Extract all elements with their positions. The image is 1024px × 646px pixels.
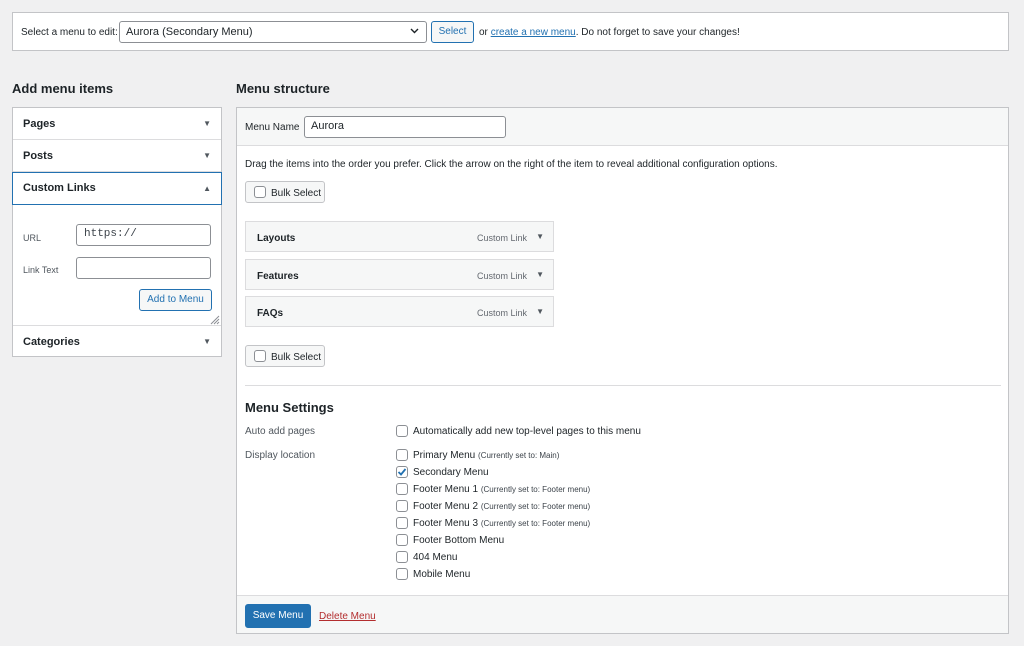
url-label: URL [23,233,42,243]
caret-down-icon[interactable]: ▼ [536,270,544,279]
menu-select-dropdown[interactable]: Aurora (Secondary Menu) [119,21,427,43]
chevron-down-icon [409,25,420,39]
add-to-menu-button[interactable]: Add to Menu [139,289,212,311]
menu-name-label: Menu Name [245,122,300,133]
menu-item-features[interactable]: Features Custom Link ▼ [245,259,554,290]
display-location-label: Display location [245,450,316,461]
caret-down-icon: ▼ [203,337,211,346]
menu-select-value: Aurora (Secondary Menu) [126,26,253,38]
settings-divider [245,385,1001,386]
save-menu-button[interactable]: Save Menu [245,604,311,628]
bulk-select-label: Bulk Select [271,352,322,363]
location-sub: (Currently set to: Footer menu) [480,485,591,494]
menu-item-faqs[interactable]: FAQs Custom Link ▼ [245,296,554,327]
accordion-posts[interactable]: Posts ▼ [13,140,221,172]
accordion-custom-links-label: Custom Links [23,182,96,194]
menu-item-layouts[interactable]: Layouts Custom Link ▼ [245,221,554,252]
accordion-categories[interactable]: Categories ▼ [13,325,221,357]
location-checkbox-checked[interactable] [396,466,408,478]
accordion-categories-label: Categories [23,336,80,348]
bulk-select-label: Bulk Select [271,188,322,199]
note-prefix: or [479,27,488,38]
accordion-pages[interactable]: Pages ▼ [13,108,221,140]
url-input[interactable]: https:// [76,224,211,246]
menu-select-bar: Select a menu to edit: Aurora (Secondary… [12,12,1009,51]
menu-instructions: Drag the items into the order you prefer… [245,159,778,170]
delete-menu-link[interactable]: Delete Menu [319,611,376,622]
location-sub: (Currently set to: Main) [478,451,560,460]
auto-add-checkbox[interactable] [396,425,408,437]
menu-item-type: Custom Link [476,233,527,243]
auto-add-option-label: Automatically add new top-level pages to… [413,426,641,437]
caret-down-icon[interactable]: ▼ [536,307,544,316]
caret-down-icon: ▼ [203,151,211,160]
add-menu-items-heading: Add menu items [12,81,114,96]
accordion-pages-label: Pages [23,118,56,130]
location-sub: (Currently set to: Footer menu) [480,519,591,528]
caret-down-icon: ▼ [203,119,211,128]
menu-name-bar: Menu Name Aurora [237,108,1008,146]
menu-footer-bar: Save Menu Delete Menu [237,595,1008,633]
location-sub: (Currently set to: Footer menu) [480,502,591,511]
location-checkbox[interactable] [396,449,408,461]
location-checkbox[interactable] [396,551,408,563]
auto-add-label: Auto add pages [245,426,316,437]
link-text-input[interactable] [76,257,211,279]
menu-item-title: FAQs [257,308,284,319]
bulk-select-bottom[interactable]: Bulk Select [245,345,325,367]
location-checkbox[interactable] [396,534,408,546]
accordion-custom-links[interactable]: Custom Links ▲ [12,172,222,205]
bulk-select-top[interactable]: Bulk Select [245,181,325,203]
location-label: Footer Menu 3 [413,518,479,529]
caret-down-icon[interactable]: ▼ [536,232,544,241]
location-label: 404 Menu [413,552,458,563]
add-items-accordion: Pages ▼ Posts ▼ Custom Links ▲ URL https… [12,107,222,357]
menu-item-type: Custom Link [476,308,527,318]
accordion-posts-label: Posts [23,150,53,162]
select-note: or create a new menu. Do not forget to s… [479,27,740,38]
checkmark-icon [397,468,407,476]
location-checkbox[interactable] [396,568,408,580]
note-suffix: . Do not forget to save your changes! [575,27,740,38]
create-new-menu-link[interactable]: create a new menu [491,27,576,38]
menu-structure-heading: Menu structure [236,81,330,96]
menu-structure-panel: Menu Name Aurora Drag the items into the… [236,107,1009,634]
location-label: Primary Menu [413,450,476,461]
menu-settings-heading: Menu Settings [245,400,334,415]
menu-item-title: Layouts [257,233,296,244]
menu-name-input[interactable]: Aurora [304,116,506,138]
select-button[interactable]: Select [431,21,474,43]
location-checkbox[interactable] [396,500,408,512]
menu-item-title: Features [257,271,299,282]
bulk-select-checkbox[interactable] [254,350,266,362]
location-label: Mobile Menu [413,569,471,580]
location-checkbox[interactable] [396,483,408,495]
location-label: Secondary Menu [413,467,489,478]
location-label: Footer Bottom Menu [413,535,505,546]
select-menu-label: Select a menu to edit: [21,27,118,38]
location-label: Footer Menu 2 [413,501,479,512]
location-label: Footer Menu 1 [413,484,479,495]
location-checkbox[interactable] [396,517,408,529]
resize-handle-icon[interactable] [210,312,220,325]
menu-item-type: Custom Link [476,271,527,281]
link-text-label: Link Text [23,265,59,275]
caret-up-icon: ▲ [203,184,211,193]
bulk-select-checkbox[interactable] [254,186,266,198]
